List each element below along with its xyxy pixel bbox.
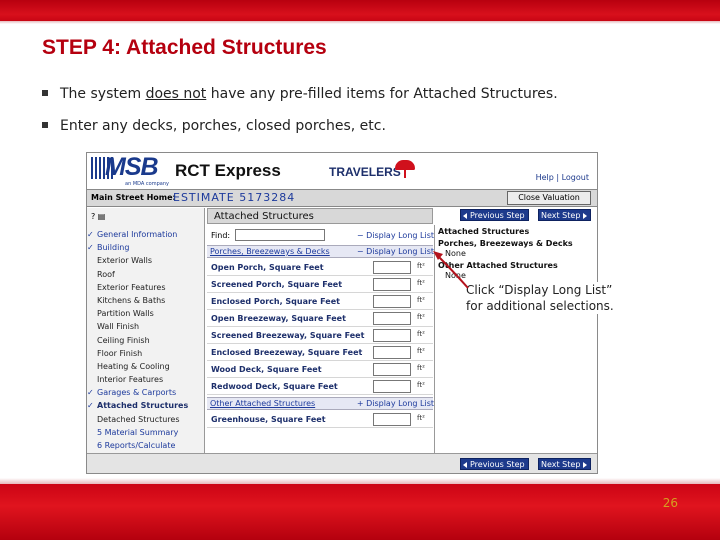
table-row: Screened Breezeway, Square Feet ft² xyxy=(207,327,433,344)
help-logout-links[interactable]: Help | Logout xyxy=(536,173,589,182)
square-feet-input[interactable] xyxy=(373,329,411,342)
previous-step-button-bottom[interactable]: Previous Step xyxy=(460,458,529,470)
sidebar-item[interactable]: 6 Reports/Calculate xyxy=(87,439,205,452)
section-porches: Porches, Breezeways & Decks − Display Lo… xyxy=(207,245,434,258)
square-feet-input[interactable] xyxy=(373,295,411,308)
sidebar-item[interactable]: Roof xyxy=(87,268,205,281)
sidebar-item[interactable]: Ceiling Finish xyxy=(87,334,205,347)
sidebar-item[interactable]: Wall Finish xyxy=(87,320,205,333)
bullet-2: Enter any decks, porches, closed porches… xyxy=(42,118,386,134)
next-step-button-bottom[interactable]: Next Step xyxy=(538,458,592,470)
sidebar: ? ▤ General InformationBuildingExterior … xyxy=(87,208,205,473)
find-input[interactable] xyxy=(235,229,325,241)
sidebar-list: General InformationBuildingExterior Wall… xyxy=(87,228,205,452)
sidebar-item[interactable]: Kitchens & Baths xyxy=(87,294,205,307)
next-step-button[interactable]: Next Step xyxy=(538,209,592,221)
bullet-square-icon xyxy=(42,122,48,128)
square-feet-input[interactable] xyxy=(373,346,411,359)
main-panel: Attached Structures Find: − Display Long… xyxy=(207,208,434,453)
previous-step-button[interactable]: Previous Step xyxy=(460,209,529,221)
table-row: Screened Porch, Square Feet ft² xyxy=(207,276,433,293)
display-long-list-link[interactable]: − Display Long List xyxy=(357,231,434,240)
product-name: RCT Express xyxy=(175,161,281,180)
sidebar-item[interactable]: Floor Finish xyxy=(87,347,205,360)
slide-title: STEP 4: Attached Structures xyxy=(42,36,327,59)
sidebar-item[interactable]: Partition Walls xyxy=(87,307,205,320)
sidebar-item[interactable]: Detached Structures xyxy=(87,413,205,426)
table-row: Greenhouse, Square Feet ft² xyxy=(207,411,433,428)
sidebar-item[interactable]: Garages & Carports xyxy=(87,386,205,399)
top-banner xyxy=(0,0,720,24)
app-header: MSB an MDA company RCT Express TRAVELERS… xyxy=(87,153,597,188)
sidebar-tools: ? ▤ xyxy=(91,212,131,222)
table-row: Open Porch, Square Feet ft² xyxy=(207,259,433,276)
estimate-number: ESTIMATE 5173284 xyxy=(173,191,296,204)
square-feet-input[interactable] xyxy=(373,363,411,376)
page-number: 26 xyxy=(662,496,678,510)
bullet-square-icon xyxy=(42,90,48,96)
table-row: Enclosed Porch, Square Feet ft² xyxy=(207,293,433,310)
table-row: Wood Deck, Square Feet ft² xyxy=(207,361,433,378)
sidebar-item[interactable]: 5 Material Summary xyxy=(87,426,205,439)
estimate-bar: Main Street Home: ESTIMATE 5173284 Close… xyxy=(87,189,597,207)
callout-text: Click “Display Long List” for additional… xyxy=(466,282,614,314)
sidebar-item[interactable]: Heating & Cooling xyxy=(87,360,205,373)
square-feet-input[interactable] xyxy=(373,278,411,291)
help-icon[interactable]: ? xyxy=(91,212,95,221)
table-row: Redwood Deck, Square Feet ft² xyxy=(207,378,433,395)
summary-panel: Attached Structures Porches, Breezeways … xyxy=(434,225,597,453)
bottom-nav-bar: Previous Step Next Step xyxy=(87,453,597,473)
sidebar-item[interactable]: Exterior Walls xyxy=(87,254,205,267)
table-row: Open Breezeway, Square Feet ft² xyxy=(207,310,433,327)
footer-banner xyxy=(0,478,720,540)
find-row: Find: − Display Long List xyxy=(211,229,434,241)
sidebar-item[interactable]: General Information xyxy=(87,228,205,241)
bullet-1: The system does not have any pre-filled … xyxy=(42,86,558,102)
brand-name: TRAVELERS xyxy=(329,165,401,179)
section-header: Attached Structures xyxy=(207,208,433,224)
sidebar-item[interactable]: Building xyxy=(87,241,205,254)
sidebar-item[interactable]: Interior Features xyxy=(87,373,205,386)
display-long-list-link[interactable]: − Display Long List xyxy=(357,247,434,256)
msb-logo: MSB an MDA company xyxy=(91,153,173,187)
table-row: Enclosed Breezeway, Square Feet ft² xyxy=(207,344,433,361)
square-feet-input[interactable] xyxy=(373,380,411,393)
square-feet-input[interactable] xyxy=(373,312,411,325)
sidebar-item[interactable]: Exterior Features xyxy=(87,281,205,294)
section-other: Other Attached Structures + Display Long… xyxy=(207,397,434,410)
sidebar-item[interactable]: Attached Structures xyxy=(87,399,205,412)
display-long-list-link[interactable]: + Display Long List xyxy=(357,399,434,408)
square-feet-input[interactable] xyxy=(373,261,411,274)
print-icon[interactable]: ▤ xyxy=(98,212,106,221)
close-valuation-button[interactable]: Close Valuation xyxy=(507,191,591,205)
square-feet-input[interactable] xyxy=(373,413,411,426)
